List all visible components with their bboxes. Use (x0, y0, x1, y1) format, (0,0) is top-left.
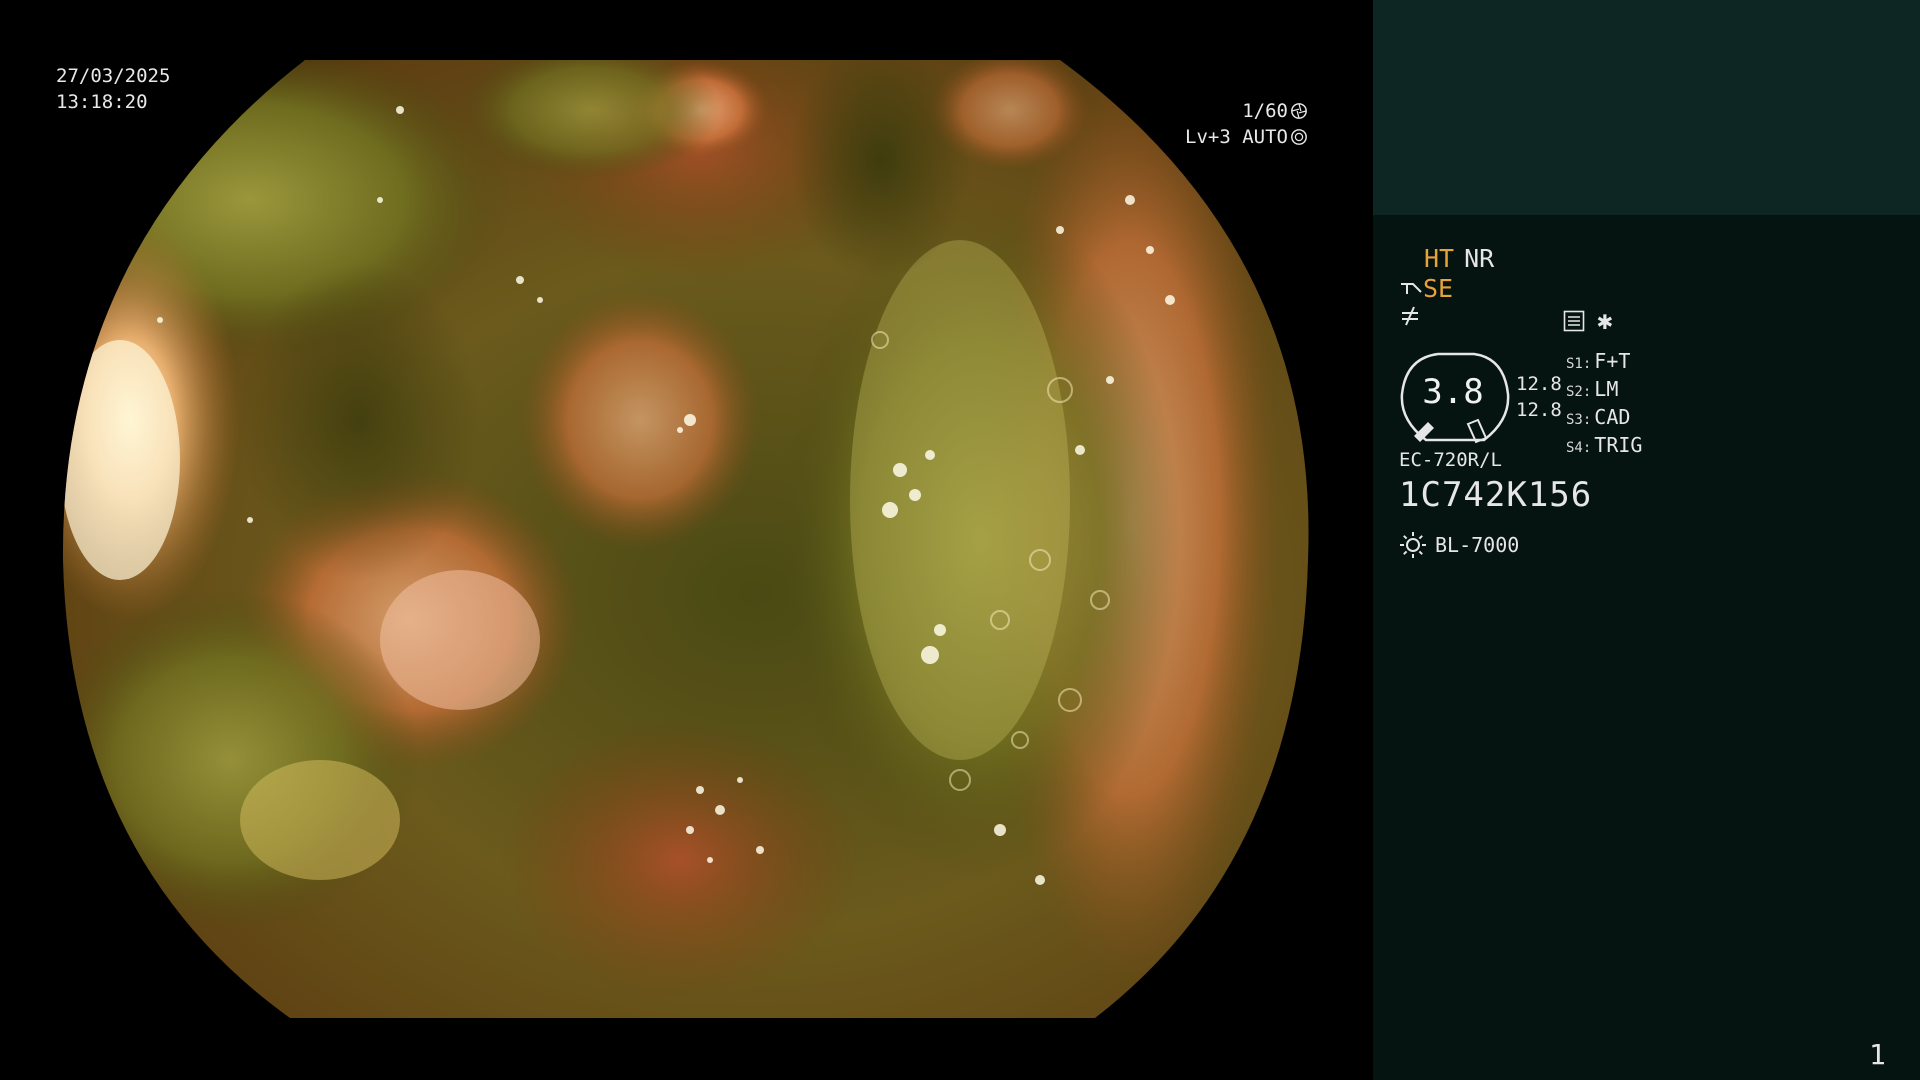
iris-icon (1291, 129, 1307, 145)
light-source-label: BL-7000 (1435, 533, 1520, 557)
menu-list-icon (1563, 310, 1585, 332)
exposure-mode-label: Lv+3 AUTO (1185, 126, 1288, 148)
patient-info-box (1373, 0, 1920, 215)
switch-item: S2: LM (1566, 377, 1619, 401)
endoscopic-image-area: 27/03/2025 13:18:20 1/60 Lv+3 AUTO (0, 0, 1372, 1080)
fps-bottom-value: 12.8 (1516, 399, 1562, 421)
aperture-icon (1291, 103, 1307, 119)
switch-item: S3: CAD (1566, 405, 1631, 429)
mode-ht-label: HT (1424, 244, 1455, 273)
image-mode-row: HT NR (1424, 244, 1494, 273)
scope-model-label: EC-720R/L (1399, 449, 1502, 471)
mode-nr-label: NR (1464, 244, 1495, 273)
light-source-row: BL-7000 (1399, 531, 1519, 559)
settings-icons-row: ✱ (1563, 306, 1613, 336)
neq-row (1399, 304, 1421, 334)
date-label: 27/03/2025 (56, 65, 171, 87)
page-number: 1 (1869, 1038, 1886, 1071)
fps-readout: 12.8 12.8 (1516, 371, 1562, 423)
info-panel: HT NR SE ✱ 3.8 12.8 12.8 S1: F+T S2: LM … (1373, 0, 1920, 1080)
exposure-overlay: 1/60 Lv+3 AUTO (1185, 98, 1308, 150)
scope-serial-label: 1C742K156 (1399, 475, 1593, 515)
shutter-speed-label: 1/60 (1242, 100, 1288, 122)
fps-top-value: 12.8 (1516, 373, 1562, 395)
switch-item: S1: F+T (1566, 349, 1631, 373)
structure-enhance-row: SE (1399, 274, 1453, 303)
endoscope-monitor: 27/03/2025 13:18:20 1/60 Lv+3 AUTO HT NR… (0, 0, 1920, 1080)
endoscopic-image (62, 60, 1309, 1018)
gauge-value: 3.8 (1422, 372, 1484, 412)
scope-tip-icon (1401, 282, 1422, 294)
asterisk-icon: ✱ (1597, 306, 1613, 336)
sun-icon (1400, 532, 1426, 558)
date-time-overlay: 27/03/2025 13:18:20 (56, 63, 170, 115)
switch-item: S4: TRIG (1566, 433, 1643, 457)
time-label: 13:18:20 (56, 91, 148, 113)
not-equal-icon (1402, 306, 1418, 326)
se-label: SE (1423, 274, 1454, 303)
scope-switch-list: S1: F+T S2: LM S3: CAD S4: TRIG (1566, 349, 1642, 461)
